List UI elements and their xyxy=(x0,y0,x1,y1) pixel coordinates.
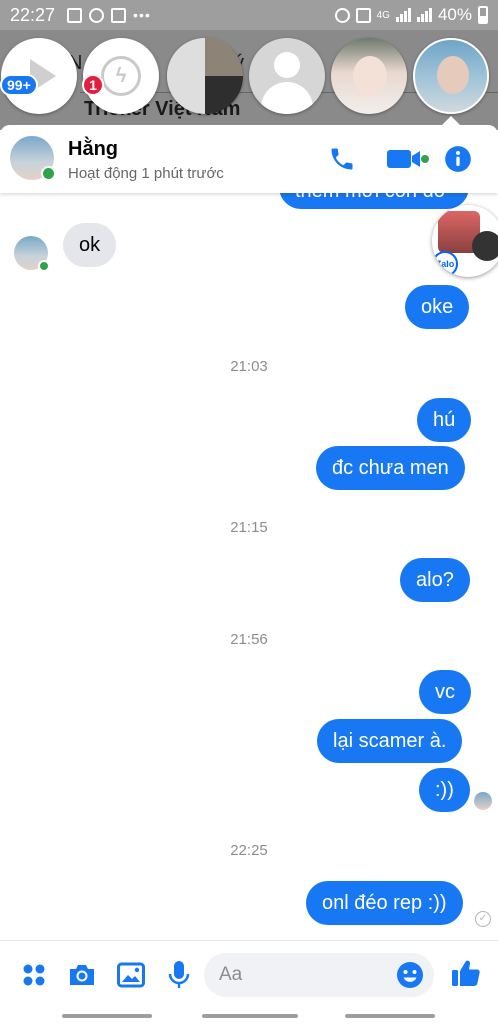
four-dots-icon xyxy=(23,964,45,986)
video-camera-icon xyxy=(387,150,429,168)
contact-avatar[interactable] xyxy=(10,136,56,181)
unread-badge-first: 99+ xyxy=(0,74,38,96)
chat-heads: ϟ 99+ 1 xyxy=(0,38,498,116)
smiley-icon xyxy=(397,962,423,988)
message-outgoing[interactable]: oke xyxy=(405,285,470,329)
chat-header: Hằng Hoạt động 1 phút trước xyxy=(0,125,498,193)
signal-icon xyxy=(395,8,411,22)
chat-head-default-avatar[interactable] xyxy=(249,38,325,114)
message-outgoing[interactable]: :)) xyxy=(419,768,470,812)
alarm-icon xyxy=(334,7,350,23)
chat-head-hang-selected[interactable] xyxy=(413,38,489,114)
camera-icon xyxy=(70,965,94,985)
chat-window: Hằng Hoạt động 1 phút trước Zalo thêm mớ… xyxy=(0,125,498,1024)
message-outgoing[interactable]: lại scamer à. xyxy=(317,719,463,763)
timestamp: 21:03 xyxy=(230,358,268,375)
contact-activity-status: Hoạt động 1 phút trước xyxy=(68,165,224,182)
notification-icons: ••• xyxy=(67,7,151,23)
message-composer xyxy=(0,940,498,1008)
timestamp: 21:15 xyxy=(230,519,268,536)
message-outgoing[interactable]: đc chưa men xyxy=(316,446,465,490)
info-icon xyxy=(445,146,471,172)
facebook-notification-icon xyxy=(89,7,105,23)
image-notification-icon xyxy=(67,7,83,23)
online-indicator xyxy=(38,260,50,272)
selected-head-pointer xyxy=(442,116,460,125)
battery-percent: 40% xyxy=(437,5,472,24)
status-time: 22:27 xyxy=(10,4,56,25)
nav-recents-handle[interactable] xyxy=(345,1014,435,1018)
zalo-floating-bubble[interactable]: Zalo xyxy=(432,205,498,277)
chat-head-contact[interactable] xyxy=(331,38,407,114)
network-type: 4G xyxy=(376,9,390,21)
unread-badge-second: 1 xyxy=(82,74,104,96)
person-icon xyxy=(274,52,300,78)
system-navigation-bar xyxy=(0,1008,498,1024)
battery-icon xyxy=(478,6,488,24)
facebook-app-notification-icon xyxy=(111,7,127,23)
voice-record-button[interactable] xyxy=(163,959,195,991)
contact-name[interactable]: Hằng xyxy=(68,138,118,161)
voice-call-button[interactable] xyxy=(324,141,360,177)
emoji-button[interactable] xyxy=(396,961,424,994)
message-outgoing[interactable]: hú xyxy=(417,398,472,442)
like-button[interactable] xyxy=(450,957,482,989)
more-notifications-icon: ••• xyxy=(133,7,151,23)
nav-back-handle[interactable] xyxy=(62,1014,152,1018)
more-actions-button[interactable] xyxy=(18,959,50,991)
timestamp: 22:25 xyxy=(230,842,268,859)
thumbs-up-icon xyxy=(452,960,480,986)
sent-check-icon: ✓ xyxy=(475,911,491,927)
video-call-button[interactable] xyxy=(383,141,433,177)
messenger-icon: ϟ xyxy=(101,56,141,96)
chat-head-group[interactable] xyxy=(167,38,243,114)
image-icon xyxy=(117,962,145,988)
gallery-button[interactable] xyxy=(115,959,147,991)
conversation-info-button[interactable] xyxy=(440,141,476,177)
message-incoming[interactable]: ok xyxy=(63,223,117,267)
mute-icon xyxy=(355,7,371,23)
timestamp: 21:56 xyxy=(230,631,268,648)
sender-avatar[interactable] xyxy=(14,236,50,272)
message-outgoing[interactable]: onl đéo rep :)) xyxy=(306,881,463,925)
message-outgoing[interactable]: alo? xyxy=(400,558,470,602)
system-icons: 4G 40% xyxy=(334,5,488,25)
message-outgoing[interactable]: vc xyxy=(419,670,471,714)
zalo-logo-icon: Zalo xyxy=(432,251,458,277)
phone-icon xyxy=(331,148,353,170)
microphone-icon xyxy=(168,961,190,988)
online-indicator xyxy=(41,166,56,181)
status-bar: 22:27 ••• 4G 40% xyxy=(0,0,498,30)
signal-icon-2 xyxy=(416,8,432,22)
nav-home-handle[interactable] xyxy=(202,1014,298,1018)
seen-receipt-avatar xyxy=(474,792,492,810)
camera-button[interactable] xyxy=(66,959,98,991)
